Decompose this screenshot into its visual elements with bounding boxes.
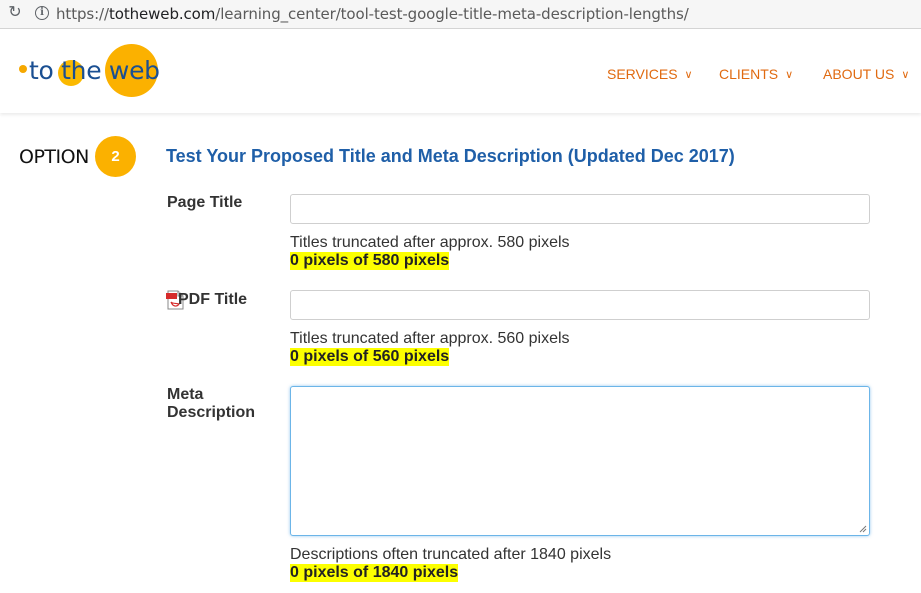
- meta-description-pixel-count: 0 pixels of 1840 pixels: [290, 564, 459, 582]
- nav-services-label: SERVICES: [607, 66, 678, 82]
- section-title: Test Your Proposed Title and Meta Descri…: [166, 146, 735, 166]
- meta-description-label: Meta Description: [167, 386, 255, 422]
- url-prefix: https://: [56, 5, 109, 23]
- meta-description-label-line1: Meta: [167, 386, 204, 403]
- pdf-title-pixel-count: 0 pixels of 560 pixels: [290, 348, 450, 366]
- url-path: /learning_center/tool-test-google-title-…: [215, 5, 689, 23]
- meta-description-hint: Descriptions often truncated after 1840 …: [290, 546, 612, 563]
- page-title-label: Page Title: [167, 194, 243, 211]
- resize-handle-icon[interactable]: [859, 525, 867, 533]
- nav-clients[interactable]: CLIENTS ∨: [719, 66, 793, 82]
- option-number-badge: 2: [95, 136, 136, 177]
- site-info-icon[interactable]: i: [35, 6, 49, 20]
- site-header: to the web SERVICES ∨ CLIENTS ∨ ABOUT US ∨: [0, 29, 921, 113]
- page-title-input[interactable]: [290, 194, 870, 224]
- option-label: OPTION: [19, 146, 89, 168]
- url-domain: totheweb.com: [108, 5, 216, 23]
- meta-description-label-line2: Description: [167, 404, 256, 421]
- browser-url-bar: ↻ i https://totheweb.com/learning_center…: [0, 0, 921, 29]
- nav-services[interactable]: SERVICES ∨: [607, 66, 693, 82]
- chevron-down-icon: ∨: [684, 69, 693, 81]
- nav-clients-label: CLIENTS: [719, 66, 779, 82]
- page-title-hint: Titles truncated after approx. 580 pixel…: [290, 234, 570, 251]
- pdf-title-label: PDF Title: [178, 291, 248, 308]
- site-logo[interactable]: to the web: [18, 43, 163, 99]
- pdf-title-hint: Titles truncated after approx. 560 pixel…: [290, 330, 570, 347]
- page-title-pixel-count: 0 pixels of 580 pixels: [290, 252, 450, 270]
- chevron-down-icon: ∨: [901, 69, 910, 81]
- logo-dot: [19, 65, 27, 73]
- pdf-title-input[interactable]: [290, 290, 870, 320]
- nav-about-us-label: ABOUT US: [823, 66, 895, 82]
- reload-icon[interactable]: ↻: [6, 4, 24, 22]
- logo-text: to the web: [29, 56, 160, 85]
- nav-about-us[interactable]: ABOUT US ∨: [823, 66, 909, 82]
- address-field[interactable]: https://totheweb.com/learning_center/too…: [56, 5, 689, 23]
- chevron-down-icon: ∨: [785, 69, 794, 81]
- meta-description-textarea[interactable]: [290, 386, 870, 536]
